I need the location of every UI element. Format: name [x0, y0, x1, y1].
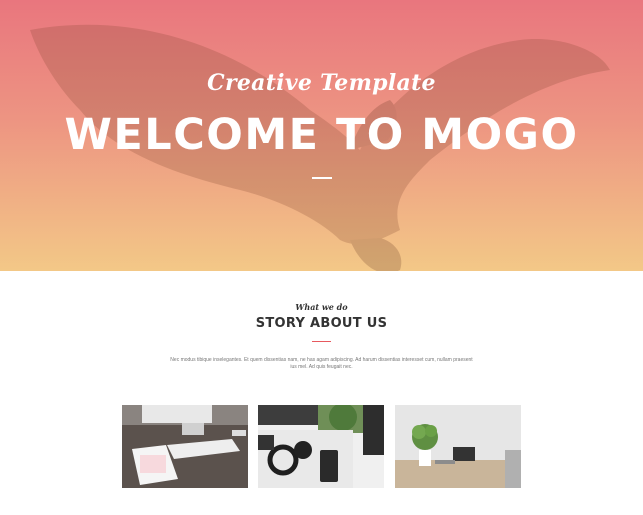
section-divider	[312, 341, 331, 342]
hero-subtitle: Creative Template	[207, 70, 436, 96]
photo-desk-computer-image	[122, 405, 248, 488]
section-title: STORY ABOUT US	[255, 316, 388, 331]
hero-divider	[312, 177, 332, 179]
section-description: Nec modus tibique inselegantes. Et quem …	[170, 357, 473, 370]
section-kicker: What we do	[295, 302, 348, 312]
photo-desk-headphones[interactable]	[258, 405, 384, 488]
hero-banner: Creative Template WELCOME TO MOGO	[0, 0, 643, 271]
hero-title: WELCOME TO MOGO	[64, 110, 579, 160]
photo-desk-computer[interactable]	[122, 405, 248, 488]
photo-desk-plant[interactable]	[395, 405, 521, 488]
photo-desk-plant-image	[395, 405, 521, 488]
photo-desk-headphones-image	[258, 405, 384, 488]
